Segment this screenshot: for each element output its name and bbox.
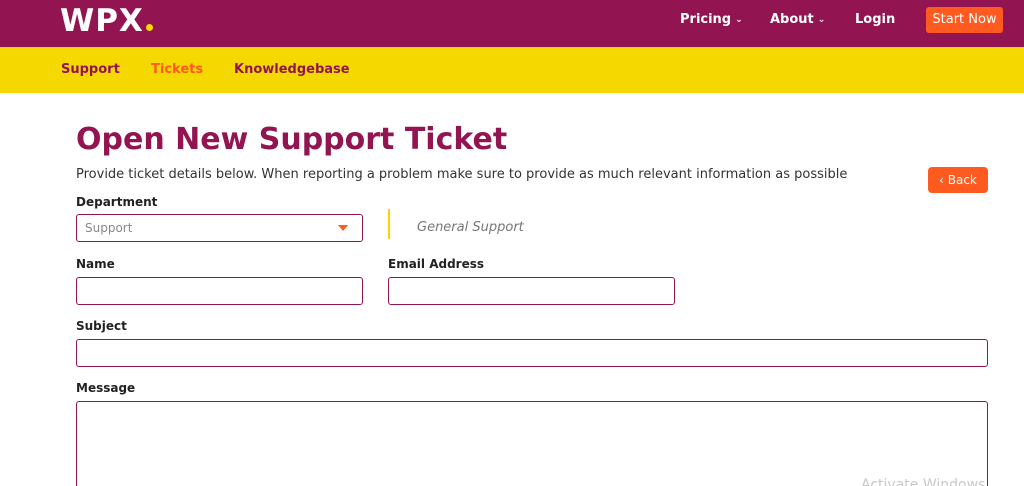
message-textarea[interactable] (76, 401, 988, 486)
activate-windows-watermark: Activate Windows (861, 477, 986, 486)
department-select[interactable]: Support (76, 214, 363, 242)
subnav-support[interactable]: Support (61, 62, 120, 78)
nav-about[interactable]: About ⌄ (770, 12, 825, 28)
nav-login[interactable]: Login (855, 12, 895, 28)
department-description-divider (388, 209, 390, 239)
nav-pricing-label: Pricing (680, 12, 732, 27)
name-label: Name (76, 257, 115, 271)
subject-field[interactable] (76, 339, 988, 367)
intro-text: Provide ticket details below. When repor… (76, 167, 848, 182)
chevron-down-icon: ⌄ (817, 15, 826, 25)
department-label: Department (76, 195, 158, 209)
department-selected-value: Support (85, 221, 133, 235)
name-field[interactable] (76, 277, 363, 305)
logo-text: WPX (60, 3, 144, 39)
subnav-knowledgebase[interactable]: Knowledgebase (234, 62, 350, 78)
department-description: General Support (417, 220, 524, 235)
sub-navigation: Support Tickets Knowledgebase (0, 47, 1024, 93)
message-label: Message (76, 381, 136, 395)
email-label: Email Address (388, 257, 485, 271)
top-header: WPX Pricing ⌄ About ⌄ Login Start Now (0, 0, 1024, 47)
nav-login-label: Login (855, 12, 896, 27)
email-field[interactable] (388, 277, 675, 305)
logo[interactable]: WPX (60, 3, 153, 39)
chevron-down-icon: ⌄ (735, 15, 743, 25)
back-button-label: Back (947, 173, 977, 187)
dropdown-caret-icon (338, 225, 348, 231)
nav-about-label: About (770, 12, 814, 27)
chevron-left-icon: ‹ (939, 173, 944, 187)
subnav-tickets[interactable]: Tickets (151, 62, 203, 78)
page-title: Open New Support Ticket (76, 122, 508, 157)
nav-pricing[interactable]: Pricing ⌄ (680, 12, 743, 28)
logo-dot-icon (145, 24, 153, 31)
start-now-button[interactable]: Start Now (926, 7, 1003, 33)
back-button[interactable]: ‹ Back (928, 167, 988, 193)
subject-label: Subject (76, 319, 127, 333)
